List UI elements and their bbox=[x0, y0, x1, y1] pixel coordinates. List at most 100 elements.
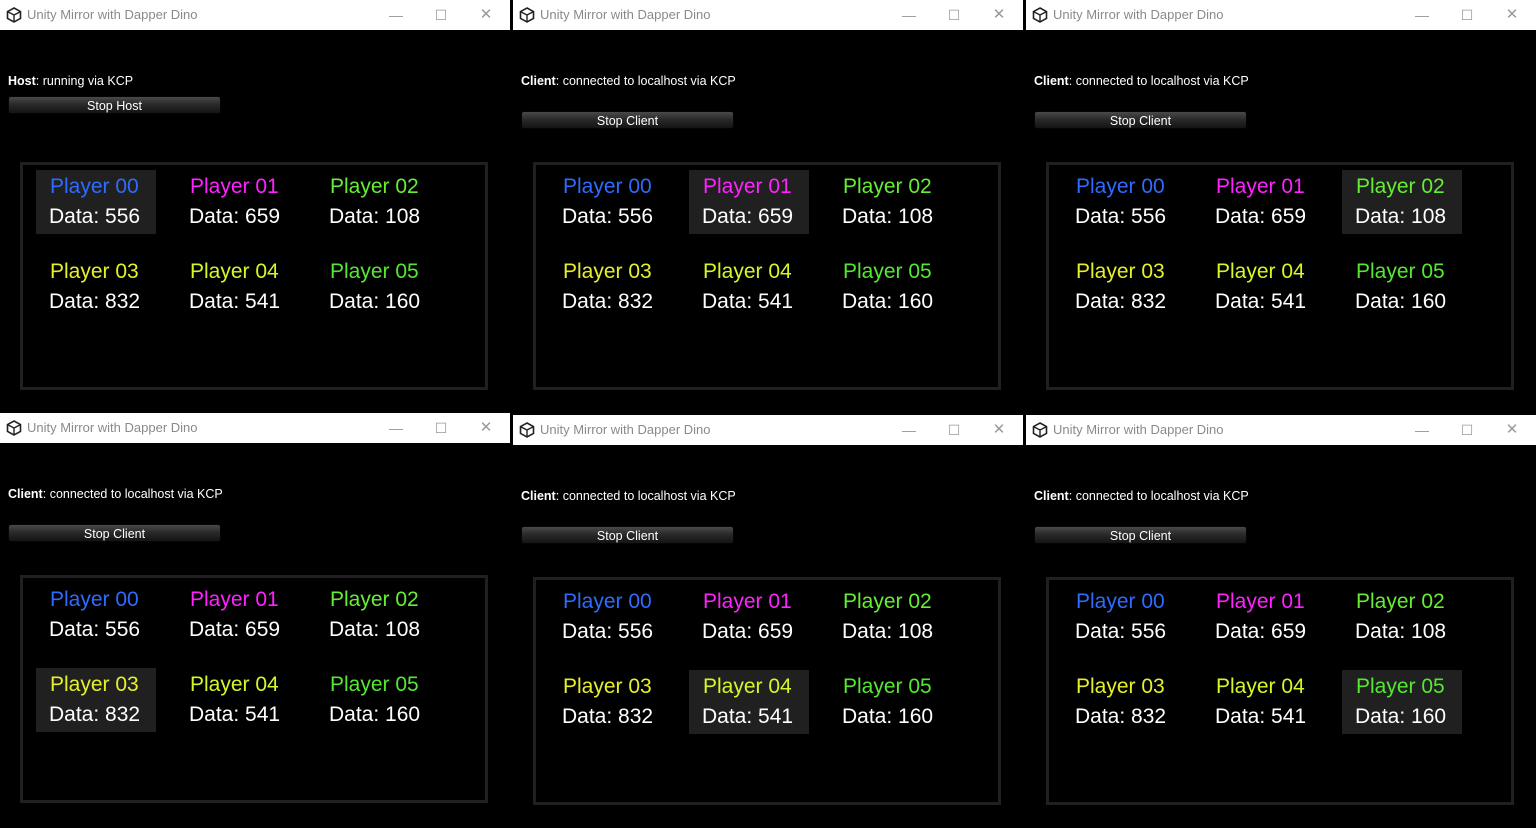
player-name: Player 00 bbox=[50, 175, 139, 198]
player-data: Data: 541 bbox=[702, 705, 794, 728]
maximize-button[interactable]: ☐ bbox=[419, 0, 463, 30]
player-name: Player 01 bbox=[190, 175, 279, 198]
player-name: Player 03 bbox=[563, 675, 652, 698]
close-button[interactable]: ✕ bbox=[1490, 415, 1534, 445]
player-data: Data: 108 bbox=[1355, 620, 1447, 643]
player-data: Data: 541 bbox=[1215, 290, 1307, 313]
stop-button[interactable]: Stop Client bbox=[1034, 526, 1247, 544]
player-card: Player 05 Data: 160 bbox=[829, 670, 949, 734]
player-data: Data: 556 bbox=[1075, 620, 1167, 643]
player-name: Player 02 bbox=[843, 175, 932, 198]
player-name: Player 02 bbox=[843, 590, 932, 613]
player-data: Data: 160 bbox=[842, 705, 934, 728]
network-status-text: connected to localhost via KCP bbox=[562, 489, 736, 503]
player-card: Player 03 Data: 832 bbox=[549, 255, 669, 319]
minimize-button[interactable]: — bbox=[887, 0, 931, 30]
player-data: Data: 541 bbox=[189, 703, 281, 726]
minimize-button[interactable]: — bbox=[887, 415, 931, 445]
player-data: Data: 108 bbox=[329, 205, 421, 228]
maximize-button[interactable]: ☐ bbox=[932, 0, 976, 30]
player-card: Player 02 Data: 108 bbox=[1342, 585, 1462, 649]
stop-button[interactable]: Stop Host bbox=[8, 96, 221, 114]
player-data: Data: 108 bbox=[842, 620, 934, 643]
game-window: Unity Mirror with Dapper Dino — ☐ ✕ Clie… bbox=[513, 415, 1023, 828]
network-role: Host bbox=[8, 74, 36, 88]
player-data: Data: 832 bbox=[1075, 705, 1167, 728]
stop-button[interactable]: Stop Client bbox=[521, 111, 734, 129]
window-title: Unity Mirror with Dapper Dino bbox=[1053, 422, 1224, 437]
player-data: Data: 659 bbox=[1215, 620, 1307, 643]
maximize-button[interactable]: ☐ bbox=[932, 415, 976, 445]
network-role: Client bbox=[521, 489, 556, 503]
player-card: Player 04 Data: 541 bbox=[176, 255, 296, 319]
network-role: Client bbox=[1034, 74, 1069, 88]
player-data: Data: 541 bbox=[1215, 705, 1307, 728]
maximize-button[interactable]: ☐ bbox=[1445, 415, 1489, 445]
player-data: Data: 832 bbox=[49, 703, 141, 726]
maximize-button[interactable]: ☐ bbox=[419, 413, 463, 443]
player-card: Player 00 Data: 556 bbox=[549, 170, 669, 234]
player-data: Data: 659 bbox=[1215, 205, 1307, 228]
player-data: Data: 659 bbox=[702, 205, 794, 228]
close-button[interactable]: ✕ bbox=[1490, 0, 1534, 30]
minimize-button[interactable]: — bbox=[374, 0, 418, 30]
player-card: Player 05 Data: 160 bbox=[1342, 670, 1462, 734]
stop-button[interactable]: Stop Client bbox=[8, 524, 221, 542]
player-card: Player 04 Data: 541 bbox=[689, 670, 809, 734]
network-status: Client: connected to localhost via KCP bbox=[8, 487, 223, 501]
player-name: Player 05 bbox=[843, 260, 932, 283]
player-card: Player 04 Data: 541 bbox=[1202, 670, 1322, 734]
player-card: Player 01 Data: 659 bbox=[689, 170, 809, 234]
player-data: Data: 659 bbox=[189, 618, 281, 641]
player-card: Player 04 Data: 541 bbox=[1202, 255, 1322, 319]
network-role: Client bbox=[8, 487, 43, 501]
player-data: Data: 659 bbox=[189, 205, 281, 228]
unity-logo-icon bbox=[519, 7, 535, 23]
player-name: Player 00 bbox=[563, 175, 652, 198]
player-card: Player 03 Data: 832 bbox=[36, 668, 156, 732]
game-window: Unity Mirror with Dapper Dino — ☐ ✕ Clie… bbox=[1026, 0, 1536, 413]
player-card: Player 05 Data: 160 bbox=[316, 255, 436, 319]
maximize-button[interactable]: ☐ bbox=[1445, 0, 1489, 30]
stop-button[interactable]: Stop Client bbox=[521, 526, 734, 544]
close-button[interactable]: ✕ bbox=[464, 413, 508, 443]
player-data: Data: 659 bbox=[702, 620, 794, 643]
player-card: Player 01 Data: 659 bbox=[1202, 585, 1322, 649]
player-name: Player 05 bbox=[843, 675, 932, 698]
minimize-button[interactable]: — bbox=[1400, 415, 1444, 445]
title-bar[interactable]: Unity Mirror with Dapper Dino — ☐ ✕ bbox=[513, 415, 1023, 445]
player-card: Player 03 Data: 832 bbox=[36, 255, 156, 319]
title-bar[interactable]: Unity Mirror with Dapper Dino — ☐ ✕ bbox=[1026, 415, 1536, 445]
window-title: Unity Mirror with Dapper Dino bbox=[27, 7, 198, 22]
player-name: Player 01 bbox=[190, 588, 279, 611]
network-status-text: connected to localhost via KCP bbox=[1075, 74, 1249, 88]
player-name: Player 04 bbox=[1216, 675, 1305, 698]
title-bar[interactable]: Unity Mirror with Dapper Dino — ☐ ✕ bbox=[0, 0, 510, 30]
network-role: Client bbox=[521, 74, 556, 88]
stop-button[interactable]: Stop Client bbox=[1034, 111, 1247, 129]
player-data: Data: 541 bbox=[702, 290, 794, 313]
unity-logo-icon bbox=[1032, 422, 1048, 438]
player-card: Player 00 Data: 556 bbox=[549, 585, 669, 649]
title-bar[interactable]: Unity Mirror with Dapper Dino — ☐ ✕ bbox=[1026, 0, 1536, 30]
player-name: Player 05 bbox=[330, 673, 419, 696]
player-name: Player 05 bbox=[1356, 675, 1445, 698]
close-button[interactable]: ✕ bbox=[977, 415, 1021, 445]
player-card: Player 05 Data: 160 bbox=[316, 668, 436, 732]
player-panel: Player 00 Data: 556 Player 01 Data: 659 … bbox=[533, 577, 1001, 805]
player-data: Data: 108 bbox=[842, 205, 934, 228]
player-name: Player 03 bbox=[1076, 260, 1165, 283]
player-data: Data: 108 bbox=[329, 618, 421, 641]
network-status-text: connected to localhost via KCP bbox=[562, 74, 736, 88]
close-button[interactable]: ✕ bbox=[977, 0, 1021, 30]
title-bar[interactable]: Unity Mirror with Dapper Dino — ☐ ✕ bbox=[0, 413, 510, 443]
minimize-button[interactable]: — bbox=[374, 413, 418, 443]
close-button[interactable]: ✕ bbox=[464, 0, 508, 30]
title-bar[interactable]: Unity Mirror with Dapper Dino — ☐ ✕ bbox=[513, 0, 1023, 30]
player-data: Data: 160 bbox=[1355, 705, 1447, 728]
player-data: Data: 556 bbox=[562, 620, 654, 643]
window-title: Unity Mirror with Dapper Dino bbox=[540, 422, 711, 437]
player-name: Player 04 bbox=[190, 673, 279, 696]
minimize-button[interactable]: — bbox=[1400, 0, 1444, 30]
player-data: Data: 556 bbox=[49, 205, 141, 228]
